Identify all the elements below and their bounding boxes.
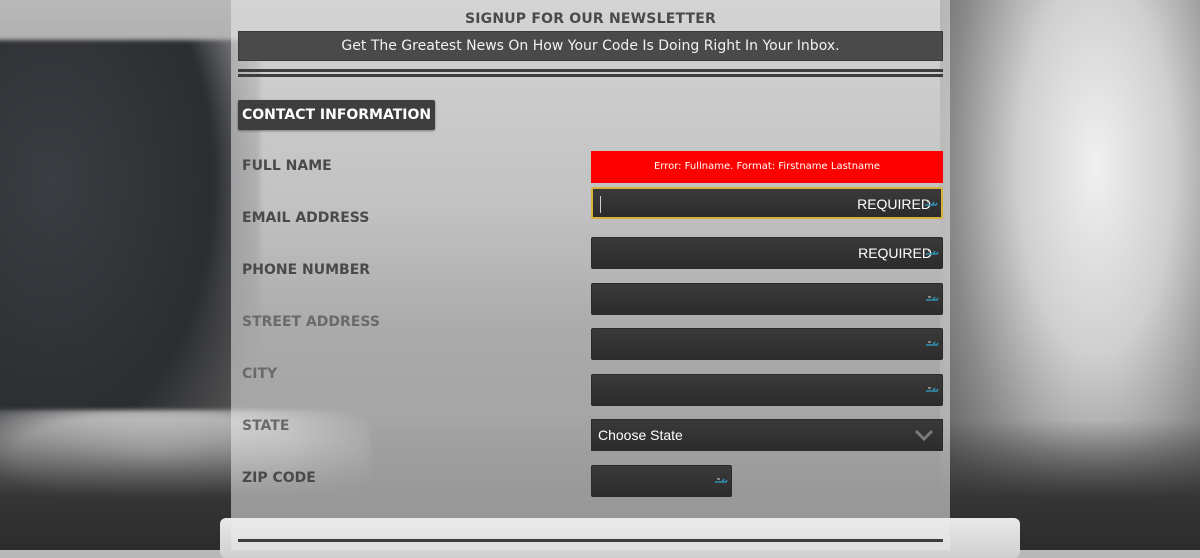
divider-top-1: [238, 69, 943, 72]
state-label: STATE: [242, 418, 290, 434]
email-required-placeholder: REQUIRED: [858, 245, 932, 261]
state-select[interactable]: Choose State: [591, 419, 943, 451]
key-icon: [926, 250, 939, 255]
text-caret: [600, 196, 601, 213]
zip-code-label: ZIP CODE: [242, 470, 316, 486]
divider-top-2: [238, 74, 943, 77]
contact-information-title: CONTACT INFORMATION: [238, 100, 436, 130]
state-select-value: Choose State: [598, 427, 683, 443]
phone-number-input[interactable]: [591, 283, 943, 315]
email-address-label: EMAIL ADDRESS: [242, 210, 370, 226]
key-icon: [926, 387, 939, 392]
background-right-blur: [940, 0, 1200, 550]
email-address-input[interactable]: REQUIRED: [591, 237, 943, 269]
street-address-input[interactable]: [591, 328, 943, 360]
key-icon: [926, 296, 939, 301]
zip-code-input[interactable]: [591, 465, 732, 497]
city-input[interactable]: [591, 374, 943, 406]
key-icon: [925, 201, 938, 206]
street-address-label: STREET ADDRESS: [242, 314, 380, 330]
key-icon: [926, 341, 939, 346]
newsletter-tagline: Get The Greatest News On How Your Code I…: [238, 31, 943, 61]
chevron-down-icon: [914, 429, 934, 442]
full-name-label: FULL NAME: [242, 158, 332, 174]
phone-number-label: PHONE NUMBER: [242, 262, 371, 278]
newsletter-heading: SIGNUP FOR OUR NEWSLETTER: [464, 11, 717, 27]
full-name-error-message: Error: Fullname. Format: Firstname Lastn…: [591, 151, 943, 183]
full-name-input[interactable]: REQUIRED: [591, 187, 943, 219]
full-name-required-placeholder: REQUIRED: [857, 196, 931, 212]
city-label: CITY: [242, 366, 278, 382]
divider-bottom: [238, 539, 943, 542]
signup-panel: SIGNUP FOR OUR NEWSLETTER Get The Greate…: [231, 0, 950, 550]
key-icon: [715, 478, 728, 483]
background-laptop: [0, 40, 260, 510]
